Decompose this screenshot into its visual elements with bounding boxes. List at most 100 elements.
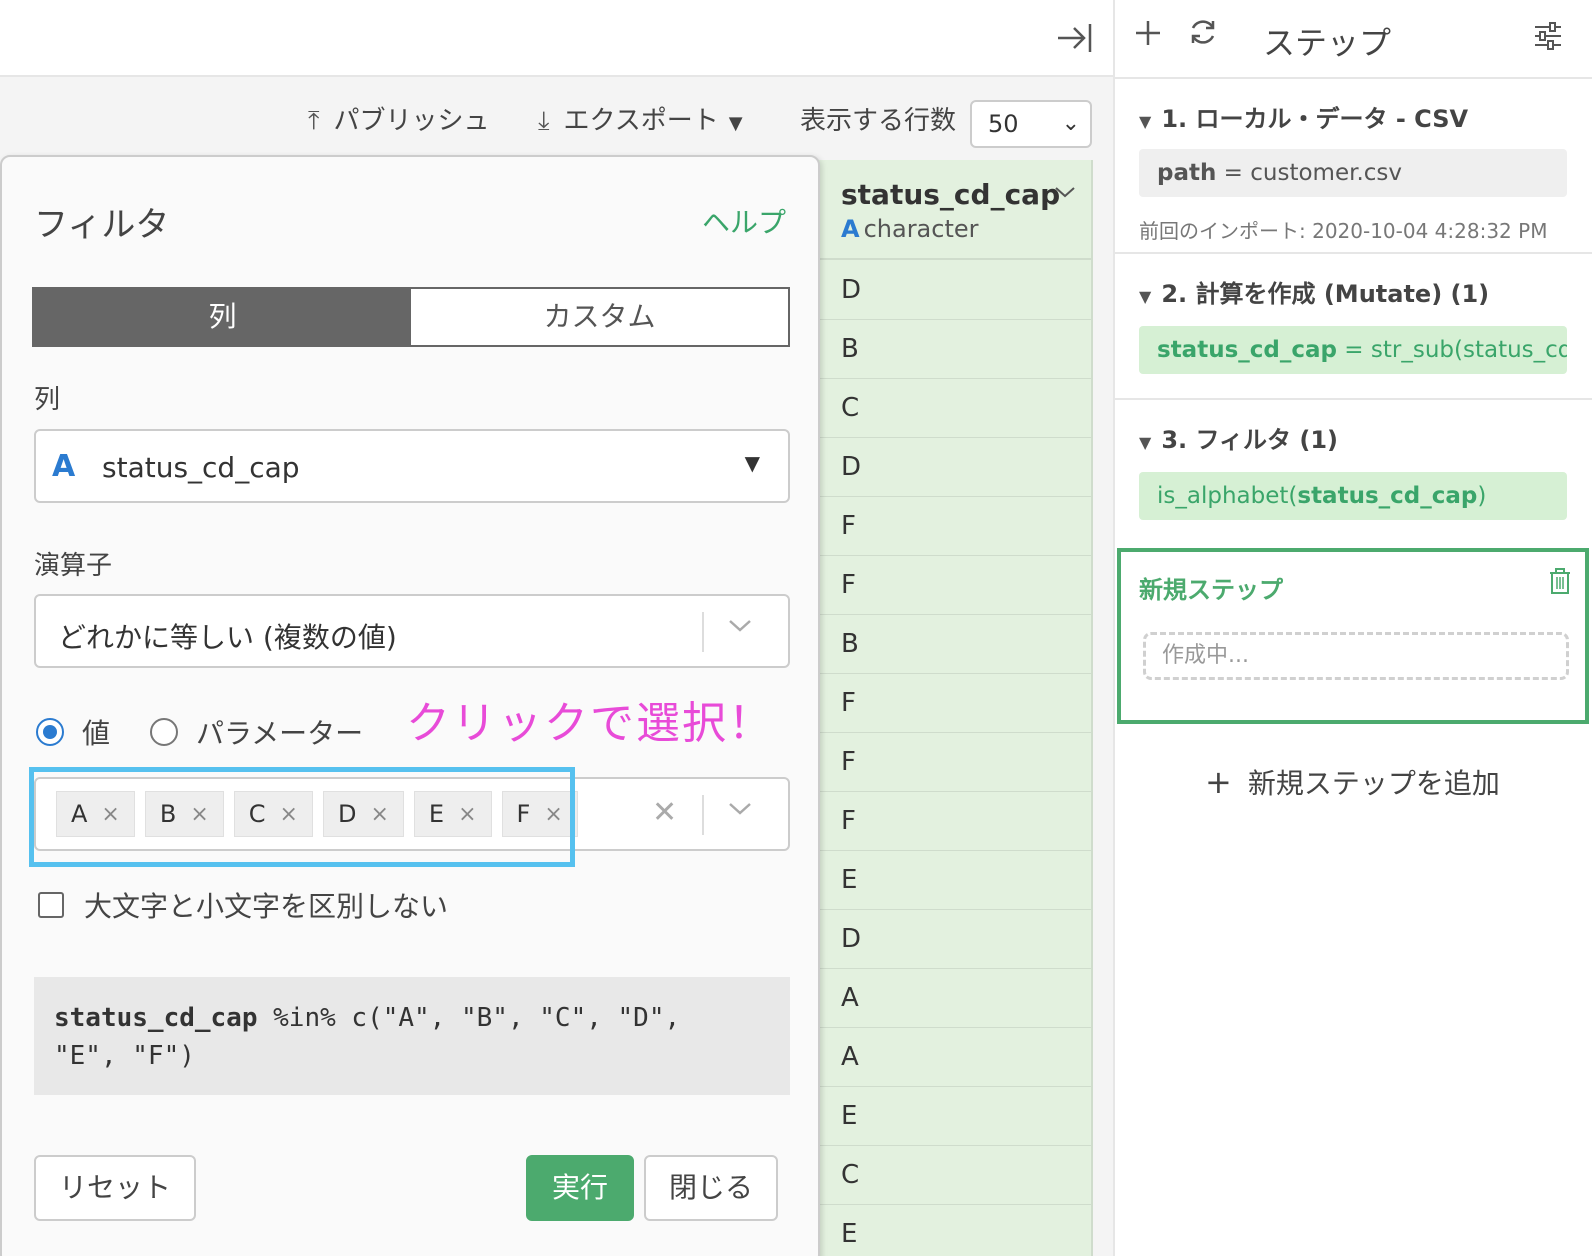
rows-per-page-select[interactable]: 50 ⌄ bbox=[970, 100, 1092, 148]
value-tag: C × bbox=[233, 791, 313, 837]
add-new-step-label: 新規ステップを追加 bbox=[1247, 767, 1500, 800]
steps-panel: ステップ ▼ 1. ローカル・データ - CSV path = customer.… bbox=[1113, 0, 1592, 1256]
value-tag-label: A bbox=[71, 800, 88, 828]
value-tag: D × bbox=[322, 791, 404, 837]
table-cell: C bbox=[807, 1145, 1091, 1205]
step-3-title[interactable]: ▼ 3. フィルタ (1) bbox=[1139, 420, 1338, 455]
trash-icon[interactable] bbox=[1549, 568, 1571, 600]
value-tags: A × B × C × D × E × F × bbox=[56, 791, 588, 837]
step-2-title-text: 2. 計算を作成 (Mutate) (1) bbox=[1161, 280, 1490, 308]
close-button[interactable]: 閉じる bbox=[644, 1155, 778, 1221]
clear-icon[interactable]: ✕ bbox=[652, 795, 677, 830]
operator-select-value: どれかに等しい (複数の値) bbox=[58, 621, 397, 654]
new-step-card: 新規ステップ 作成中... bbox=[1117, 548, 1589, 724]
column-field-label: 列 bbox=[34, 385, 61, 415]
column-select[interactable]: A status_cd_cap ▼ bbox=[34, 429, 790, 503]
code-line-1: status_cd_cap %in% c("A", "B", "C", "D", bbox=[54, 999, 770, 1037]
ignore-case-checkbox[interactable]: 大文字と小文字を区別しない bbox=[38, 885, 448, 925]
remove-tag-icon[interactable]: × bbox=[370, 802, 388, 827]
remove-tag-icon[interactable]: × bbox=[101, 802, 119, 827]
table-cell: D bbox=[807, 909, 1091, 969]
add-new-step-button[interactable]: + 新規ステップを追加 bbox=[1205, 762, 1500, 802]
value-tag-label: D bbox=[337, 800, 357, 828]
table-cell: F bbox=[807, 732, 1091, 792]
radio-parameter-label: パラメーター bbox=[196, 717, 364, 750]
radio-value-label: 値 bbox=[82, 717, 111, 750]
steps-header: ステップ bbox=[1115, 0, 1592, 77]
table-cell: D bbox=[807, 260, 1091, 320]
radio-value[interactable]: 値 bbox=[36, 712, 110, 752]
collapse-panel-icon[interactable] bbox=[1054, 20, 1094, 56]
step-2-key: status_cd_cap bbox=[1157, 337, 1337, 363]
toolbar: ⤒ パブリッシュ ⤓ エクスポート ▼ 表示する行数 bbox=[0, 77, 1113, 157]
value-tag-label: F bbox=[516, 800, 531, 828]
steps-title: ステップ bbox=[1263, 24, 1392, 62]
publish-label: パブリッシュ bbox=[333, 106, 490, 136]
dialog-title: フィルタ bbox=[34, 205, 170, 245]
run-button[interactable]: 実行 bbox=[526, 1155, 634, 1221]
caret-down-icon: ▼ bbox=[1139, 287, 1152, 306]
table-cell: B bbox=[807, 319, 1091, 379]
character-type-icon: A bbox=[52, 449, 76, 484]
column-type: Acharacter bbox=[841, 215, 979, 243]
step-1-title[interactable]: ▼ 1. ローカル・データ - CSV bbox=[1139, 99, 1468, 134]
chevron-down-icon bbox=[726, 795, 754, 825]
step-3: ▼ 3. フィルタ (1) is_alphabet(status_cd_cap) bbox=[1115, 398, 1592, 546]
code-column: status_cd_cap bbox=[54, 1003, 258, 1033]
step-1-body[interactable]: path = customer.csv bbox=[1139, 149, 1567, 197]
step-2-title[interactable]: ▼ 2. 計算を作成 (Mutate) (1) bbox=[1139, 274, 1489, 309]
column-name: status_cd_cap bbox=[841, 178, 1061, 211]
table-cell: E bbox=[807, 850, 1091, 910]
ignore-case-label: 大文字と小文字を区別しない bbox=[84, 890, 449, 923]
code-rest: %in% c("A", "B", "C", "D", bbox=[257, 1003, 681, 1033]
chevron-down-icon[interactable] bbox=[1053, 178, 1077, 206]
radio-parameter[interactable]: パラメーター bbox=[150, 712, 363, 752]
download-icon: ⤓ bbox=[538, 106, 550, 136]
checkbox[interactable] bbox=[38, 892, 64, 918]
remove-tag-icon[interactable]: × bbox=[544, 802, 562, 827]
value-tag: A × bbox=[56, 791, 135, 837]
table-cell: F bbox=[807, 791, 1091, 851]
table-cell: C bbox=[807, 378, 1091, 438]
remove-tag-icon[interactable]: × bbox=[190, 802, 208, 827]
tab-column[interactable]: 列 bbox=[34, 289, 411, 345]
table-cell: B bbox=[807, 614, 1091, 674]
radio-parameter-button[interactable] bbox=[150, 718, 178, 746]
table-cell: F bbox=[807, 555, 1091, 615]
step-2: ▼ 2. 計算を作成 (Mutate) (1) status_cd_cap = s… bbox=[1115, 252, 1592, 398]
step-2-body[interactable]: status_cd_cap = str_sub(status_cd… bbox=[1139, 326, 1567, 374]
sliders-icon[interactable] bbox=[1533, 22, 1563, 57]
value-tag: F × bbox=[501, 791, 578, 837]
step-2-rest: = str_sub(status_cd… bbox=[1344, 337, 1567, 363]
table-cell: A bbox=[807, 968, 1091, 1028]
plus-icon: + bbox=[1205, 763, 1232, 801]
operator-field-label: 演算子 bbox=[34, 551, 113, 581]
rows-value: 50 bbox=[988, 110, 1019, 138]
upload-icon: ⤒ bbox=[308, 106, 320, 136]
help-link[interactable]: ヘルプ bbox=[702, 201, 786, 241]
values-multiselect[interactable]: A × B × C × D × E × F × ✕ bbox=[34, 777, 790, 851]
new-step-placeholder[interactable]: 作成中... bbox=[1143, 632, 1569, 680]
table-cell: D bbox=[807, 437, 1091, 497]
step-1-rest: = customer.csv bbox=[1216, 160, 1402, 186]
new-step-title: 新規ステップ bbox=[1139, 576, 1283, 604]
column-header[interactable]: status_cd_cap Acharacter bbox=[807, 160, 1091, 260]
step-3-body[interactable]: is_alphabet(status_cd_cap) bbox=[1139, 472, 1567, 520]
reset-button[interactable]: リセット bbox=[34, 1155, 196, 1221]
step-3-pre: is_alphabet( bbox=[1157, 483, 1298, 509]
table-cell: E bbox=[807, 1086, 1091, 1146]
select-separator bbox=[702, 795, 704, 835]
remove-tag-icon[interactable]: × bbox=[280, 802, 298, 827]
plus-icon[interactable] bbox=[1133, 16, 1163, 57]
radio-value-button[interactable] bbox=[36, 718, 64, 746]
refresh-icon[interactable] bbox=[1187, 16, 1219, 57]
table-cell: E bbox=[807, 1204, 1091, 1256]
column-type-label: character bbox=[863, 215, 979, 243]
caret-down-icon: ▼ bbox=[1139, 433, 1152, 452]
tab-custom[interactable]: カスタム bbox=[411, 289, 788, 345]
caret-down-icon: ▼ bbox=[728, 113, 743, 134]
remove-tag-icon[interactable]: × bbox=[458, 802, 476, 827]
operator-select[interactable]: どれかに等しい (複数の値) bbox=[34, 594, 790, 668]
export-button[interactable]: ⤓ エクスポート ▼ bbox=[538, 101, 743, 141]
publish-button[interactable]: ⤒ パブリッシュ bbox=[308, 101, 490, 141]
